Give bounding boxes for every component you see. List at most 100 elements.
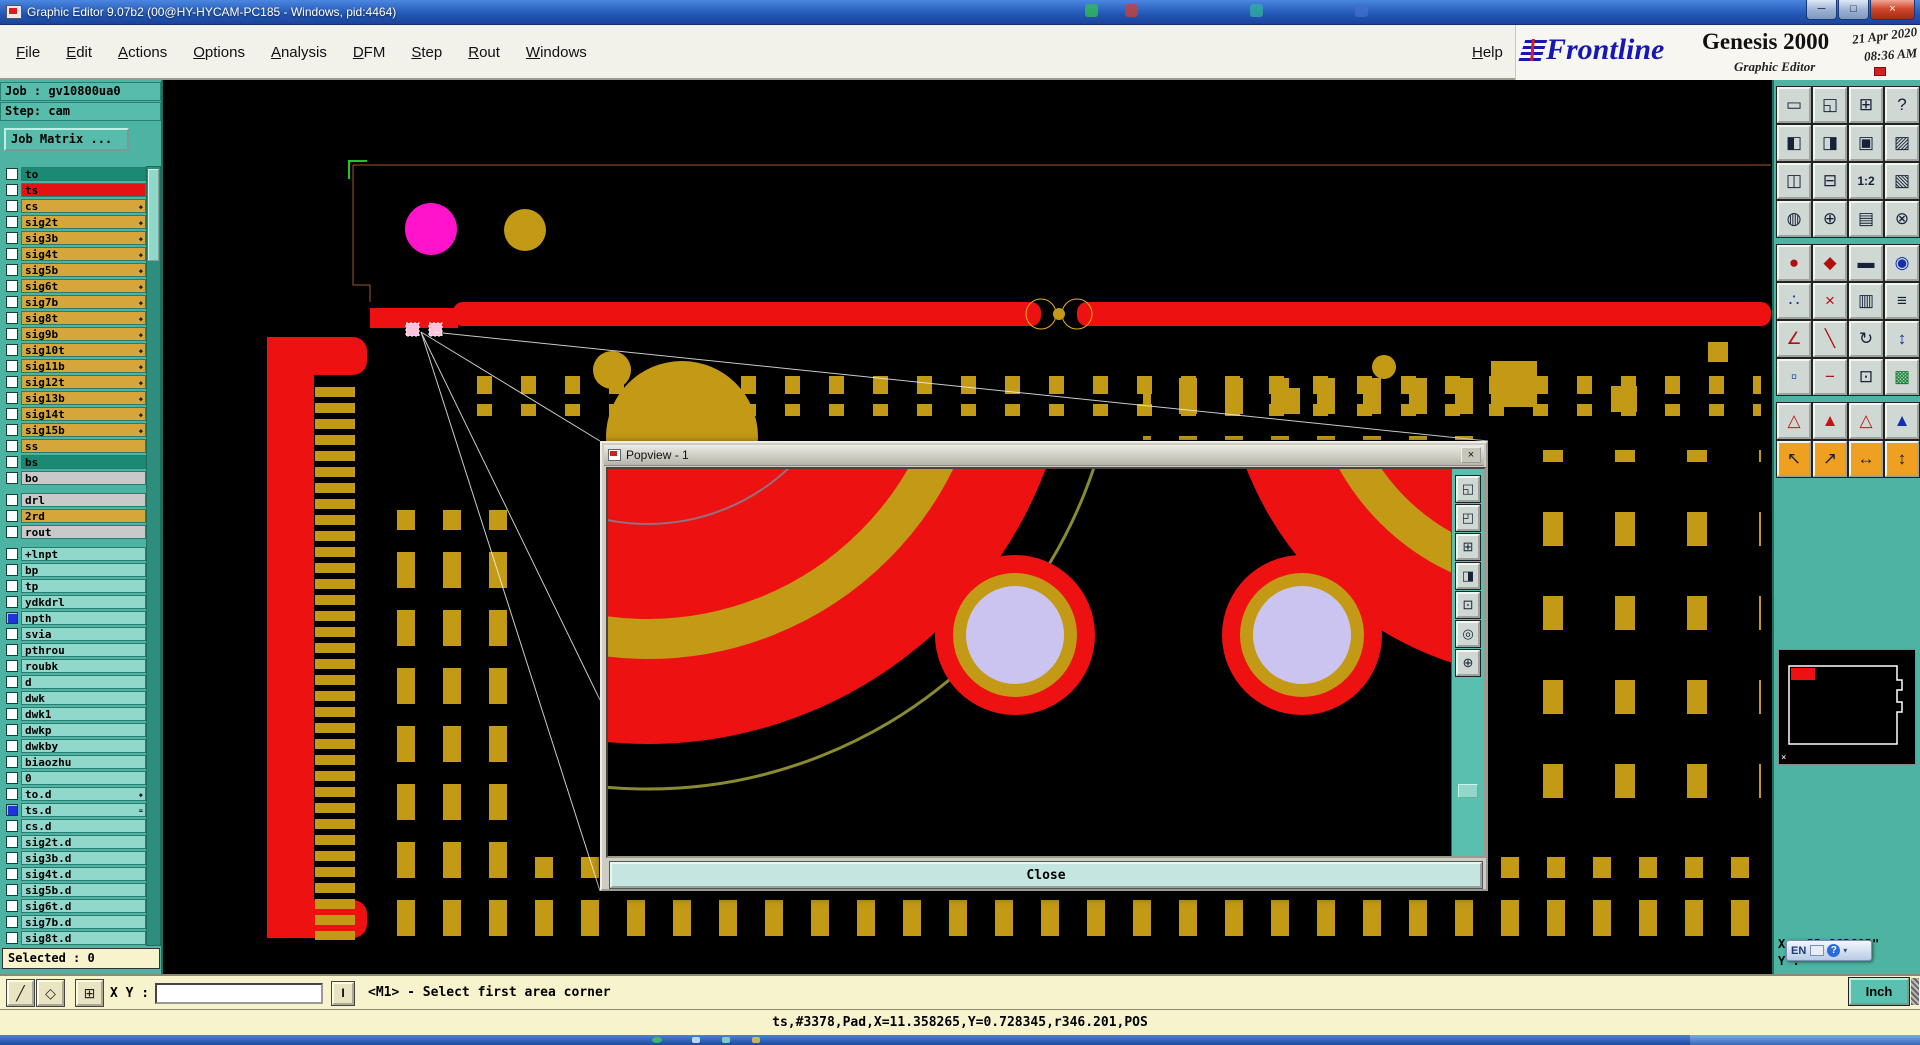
layer-row-dwk1[interactable]: dwk1 (0, 706, 146, 722)
help-tool-button[interactable]: ? (1884, 86, 1920, 124)
popview-home-button[interactable]: ◎ (1455, 620, 1481, 648)
tool-button-24[interactable]: ≡ (1884, 282, 1920, 320)
tool-button-12[interactable]: ▧ (1884, 162, 1920, 200)
layer-checkbox[interactable] (6, 376, 18, 388)
tool-button-18[interactable]: ◆ (1812, 244, 1848, 282)
layer-row-cs[interactable]: cs ◆ (0, 198, 146, 214)
tool-button-8[interactable]: ▨ (1884, 124, 1920, 162)
layer-checkbox[interactable] (6, 312, 18, 324)
tool-button-5[interactable]: ◧ (1776, 124, 1812, 162)
zoom-in-button[interactable]: ⊞ (1848, 86, 1884, 124)
xy-input[interactable] (155, 983, 323, 1004)
tool-button-25[interactable]: ∠ (1776, 320, 1812, 358)
help-icon[interactable]: ? (1827, 944, 1841, 957)
layer-checkbox[interactable] (6, 788, 18, 800)
tool-button-40[interactable]: ↕ (1884, 440, 1920, 478)
tool-button-34[interactable]: ▲ (1812, 402, 1848, 440)
menu-dfm[interactable]: DFM (353, 44, 386, 61)
layer-checkbox[interactable] (6, 660, 18, 672)
layer-row-sig8t[interactable]: sig8t ◆ (0, 310, 146, 326)
layer-row-sig5b[interactable]: sig5b ◆ (0, 262, 146, 278)
menu-analysis[interactable]: Analysis (271, 44, 327, 61)
layer-row-sig6t[interactable]: sig6t ◆ (0, 278, 146, 294)
menu-options[interactable]: Options (193, 44, 245, 61)
layer-checkbox[interactable] (6, 280, 18, 292)
layer-checkbox[interactable] (6, 612, 18, 624)
layer-row-ts.d[interactable]: ts.d = (0, 802, 146, 818)
layer-row-sig5b.d[interactable]: sig5b.d (0, 882, 146, 898)
layer-checkbox[interactable] (6, 868, 18, 880)
scale-1to2-button[interactable]: 1:2 (1848, 162, 1884, 200)
layer-checkbox[interactable] (6, 472, 18, 484)
minimize-button[interactable]: ─ (1806, 0, 1837, 20)
layer-row-2rd[interactable]: 2rd (0, 508, 146, 524)
menu-windows[interactable]: Windows (526, 44, 587, 61)
layer-scrollbar[interactable] (146, 166, 161, 946)
taskbar[interactable] (0, 1035, 1920, 1045)
layer-checkbox[interactable] (6, 836, 18, 848)
popview-zoom-prev-button[interactable]: ◰ (1455, 504, 1481, 532)
keyboard-icon[interactable] (1810, 945, 1825, 956)
layer-checkbox[interactable] (6, 724, 18, 736)
layer-row-sig8t.d[interactable]: sig8t.d (0, 930, 146, 946)
maximize-button[interactable]: □ (1838, 0, 1869, 20)
layer-row-sig2t[interactable]: sig2t ◆ (0, 214, 146, 230)
layer-row-d[interactable]: d (0, 674, 146, 690)
layer-checkbox[interactable] (6, 708, 18, 720)
layer-row-roubk[interactable]: roubk (0, 658, 146, 674)
layer-row-sig12t[interactable]: sig12t ◆ (0, 374, 146, 390)
menu-actions[interactable]: Actions (118, 44, 167, 61)
system-tray[interactable] (1690, 1035, 1920, 1045)
layer-row-cs.d[interactable]: cs.d (0, 818, 146, 834)
layer-checkbox[interactable] (6, 360, 18, 372)
layer-checkbox[interactable] (6, 756, 18, 768)
tool-button-27[interactable]: ↻ (1848, 320, 1884, 358)
tool-button-31[interactable]: ⊡ (1848, 358, 1884, 396)
layer-row-svia[interactable]: svia (0, 626, 146, 642)
tool-button-19[interactable]: ▬ (1848, 244, 1884, 282)
layer-checkbox[interactable] (6, 510, 18, 522)
layer-row-sig4t.d[interactable]: sig4t.d (0, 866, 146, 882)
menu-file[interactable]: File (16, 44, 40, 61)
tool-button-23[interactable]: ▥ (1848, 282, 1884, 320)
grid-toggle-button[interactable]: ⊞ (75, 979, 104, 1007)
layer-row-sig7b.d[interactable]: sig7b.d (0, 914, 146, 930)
layer-checkbox[interactable] (6, 526, 18, 538)
layer-row-sig7b[interactable]: sig7b ◆ (0, 294, 146, 310)
layer-checkbox[interactable] (6, 344, 18, 356)
layer-checkbox[interactable] (6, 440, 18, 452)
zoom-window-button[interactable]: ▭ (1776, 86, 1812, 124)
layer-checkbox[interactable] (6, 232, 18, 244)
tool-button-15[interactable]: ▤ (1848, 200, 1884, 238)
tool-button-9[interactable]: ◫ (1776, 162, 1812, 200)
layer-checkbox[interactable] (6, 740, 18, 752)
units-button[interactable]: Inch (1848, 977, 1910, 1006)
layer-checkbox[interactable] (6, 548, 18, 560)
layer-row-sig3b.d[interactable]: sig3b.d (0, 850, 146, 866)
layer-row-dwkp[interactable]: dwkp (0, 722, 146, 738)
popview-close-button[interactable]: Close (609, 861, 1483, 889)
layer-checkbox[interactable] (6, 264, 18, 276)
scrollbar-thumb[interactable] (148, 169, 159, 261)
popview-zoom-in-button[interactable]: ⊞ (1455, 533, 1481, 561)
menu-help[interactable]: Help (1472, 44, 1503, 61)
layer-row-dwkby[interactable]: dwkby (0, 738, 146, 754)
layer-checkbox[interactable] (6, 804, 18, 816)
layer-row-dwk[interactable]: dwk (0, 690, 146, 706)
zoom-prev-button[interactable]: ◱ (1812, 86, 1848, 124)
tool-button-28[interactable]: ↕ (1884, 320, 1920, 358)
layer-row-rout[interactable]: rout (0, 524, 146, 540)
layer-checkbox[interactable] (6, 692, 18, 704)
resize-grip[interactable] (1911, 978, 1919, 1005)
layer-checkbox[interactable] (6, 900, 18, 912)
tool-button-16[interactable]: ⊗ (1884, 200, 1920, 238)
popview-zoom-window-button[interactable]: ◱ (1455, 475, 1481, 503)
language-bar[interactable]: EN ? ▾ (1786, 940, 1872, 961)
popview-center-button[interactable]: ⊡ (1455, 591, 1481, 619)
chevron-down-icon[interactable]: ▾ (1843, 946, 1847, 955)
menu-step[interactable]: Step (411, 44, 442, 61)
cursor-mode-button[interactable]: I (331, 981, 355, 1006)
layer-row-0[interactable]: 0 (0, 770, 146, 786)
layer-row-npth[interactable]: npth (0, 610, 146, 626)
layer-checkbox[interactable] (6, 248, 18, 260)
